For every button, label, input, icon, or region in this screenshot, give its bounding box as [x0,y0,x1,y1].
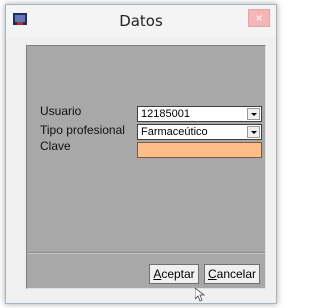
close-button[interactable]: × [248,9,270,27]
window-title: Datos [119,12,163,30]
chevron-down-icon[interactable] [247,108,260,120]
chevron-down-icon[interactable] [247,126,260,138]
tipo-profesional-select[interactable]: Farmaceútico [137,124,262,140]
clave-label: Clave [40,139,71,153]
cancel-button[interactable]: Cancelar [204,264,260,284]
accept-button[interactable]: Aceptar [149,264,199,284]
title-bar[interactable]: Datos × [6,5,276,37]
form-panel: Usuario 12185001 Tipo profesional Farmac… [26,45,266,289]
usuario-value: 12185001 [141,108,190,120]
usuario-label: Usuario [40,104,82,118]
cancel-label: ancelar [216,267,257,281]
cancel-mnemonic: C [207,267,217,281]
close-icon: × [255,11,263,25]
clave-password-input[interactable] [137,142,262,158]
tipo-profesional-value: Farmaceútico [141,126,208,138]
dialog-window: Datos × Usuario 12185001 Tipo profesiona… [5,4,277,304]
mouse-cursor-icon [195,288,205,302]
tipo-profesional-label: Tipo profesional [40,123,125,137]
usuario-select[interactable]: 12185001 [137,106,262,122]
separator [27,252,265,254]
accept-label: ceptar [161,267,195,281]
